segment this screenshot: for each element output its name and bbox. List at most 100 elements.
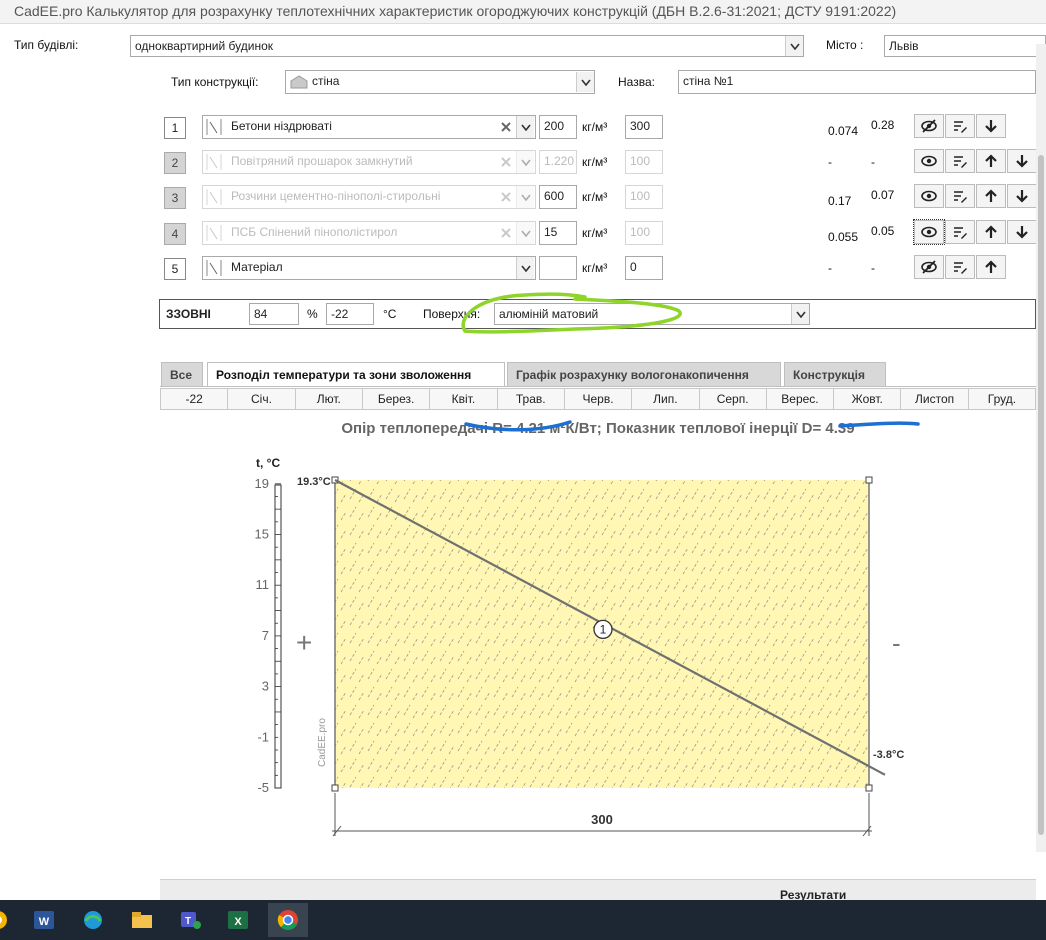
construction-type-select[interactable]: стіна (285, 70, 595, 94)
layer-value-1: 0.074 (828, 124, 859, 138)
month-6[interactable]: Черв. (565, 389, 633, 409)
month-0[interactable]: -22 (161, 389, 229, 409)
layer-thickness-input[interactable]: 15 (539, 221, 577, 245)
month-11[interactable]: Листоп (901, 389, 969, 409)
construction-type-label: Тип конструкції: (171, 75, 259, 89)
clear-icon[interactable] (499, 226, 513, 243)
month-3[interactable]: Берез. (363, 389, 431, 409)
city-select[interactable]: Львів (884, 35, 1046, 57)
layer-density-input[interactable]: 100 (625, 150, 663, 174)
teams-icon[interactable]: T (170, 903, 210, 937)
layer-density-input[interactable]: 0 (625, 256, 663, 280)
layer-density-input[interactable]: 300 (625, 115, 663, 139)
month-5[interactable]: Трав. (498, 389, 565, 409)
chevron-down-icon[interactable] (791, 304, 809, 324)
outside-temp-input[interactable]: -22 (326, 303, 374, 325)
layer-eye-button[interactable] (914, 255, 944, 279)
layer-eye-button[interactable] (914, 184, 944, 208)
layer-edit-button[interactable] (945, 255, 975, 279)
month-2[interactable]: Лют. (296, 389, 363, 409)
month-4[interactable]: Квіт. (430, 389, 498, 409)
layer-material-select[interactable]: ПСБ Спінений пінополістирол (202, 221, 536, 245)
layer-up-button[interactable] (976, 184, 1006, 208)
y-tick-label: -1 (257, 729, 269, 744)
chevron-down-icon[interactable] (516, 222, 534, 244)
month-12[interactable]: Груд. (969, 389, 1035, 409)
construction-name-input[interactable]: стіна №1 (678, 70, 1036, 94)
month-10[interactable]: Жовт. (834, 389, 902, 409)
edge-icon[interactable] (73, 903, 113, 937)
y-tick-label: 11 (256, 577, 270, 592)
layer-eye-button[interactable] (914, 149, 944, 173)
clear-icon[interactable] (499, 155, 513, 172)
layer-material-select[interactable]: Розчини цементно-пінополі-стирольні (202, 185, 536, 209)
month-1[interactable]: Січ. (228, 389, 296, 409)
eye-icon (921, 155, 937, 167)
month-7[interactable]: Лип. (632, 389, 700, 409)
layer-edit-button[interactable] (945, 149, 975, 173)
chrome-browser-icon[interactable] (268, 903, 308, 937)
file-explorer-icon[interactable] (122, 903, 162, 937)
chevron-down-icon[interactable] (576, 72, 594, 92)
layer-thickness-input[interactable] (539, 256, 577, 280)
svg-text:T: T (185, 916, 191, 927)
layer-material-select[interactable]: Повітряний прошарок замкнутий (202, 150, 536, 174)
layer-number[interactable]: 5 (164, 258, 186, 280)
layer-number[interactable]: 1 (164, 117, 186, 139)
building-type-select[interactable]: одноквартирний будинок (130, 35, 804, 57)
layer-eye-button[interactable] (913, 219, 945, 245)
tab-3[interactable]: Конструкція (784, 362, 886, 386)
layer-eye-button[interactable] (914, 114, 944, 138)
layer-thickness-value: 600 (544, 189, 565, 203)
months-bar: -22 Січ. Лют. Берез. Квіт. Трав. Черв. Лип. Серп… (160, 388, 1036, 410)
layer-density-value: 0 (630, 260, 637, 274)
humidity-input[interactable]: 84 (249, 303, 299, 325)
layer-edit-button[interactable] (945, 114, 975, 138)
material-hatch-icon (206, 118, 222, 139)
word-icon[interactable]: W (24, 903, 64, 937)
layer-thickness-input[interactable]: 1.220 (539, 150, 577, 174)
edit-icon (954, 262, 967, 274)
app-body: Тип будівлі: одноквартирний будинок Міст… (0, 24, 1046, 909)
tab-2[interactable]: Графік розрахунку вологонакопичення (507, 362, 781, 386)
chevron-down-icon[interactable] (516, 257, 534, 279)
layer-up-button[interactable] (976, 255, 1006, 279)
layer-up-button[interactable] (976, 149, 1006, 173)
chrome-icon[interactable] (0, 903, 18, 937)
layer-number[interactable]: 4 (164, 223, 186, 245)
scrollbar-thumb[interactable] (1038, 155, 1044, 835)
layer-number[interactable]: 3 (164, 187, 186, 209)
layer-thickness-input[interactable]: 600 (539, 185, 577, 209)
layer-up-button[interactable] (976, 220, 1006, 244)
layer-edit-button[interactable] (945, 220, 975, 244)
layer-density-input[interactable]: 100 (625, 185, 663, 209)
excel-icon[interactable]: X (218, 903, 258, 937)
material-hatch-icon (206, 259, 222, 280)
layer-thickness-input[interactable]: 200 (539, 115, 577, 139)
clear-icon[interactable] (499, 120, 513, 137)
chevron-down-icon[interactable] (785, 36, 803, 56)
layer-down-button[interactable] (1007, 149, 1037, 173)
month-8[interactable]: Серп. (700, 389, 767, 409)
tab-1[interactable]: Розподіл температури та зони зволоження (207, 362, 505, 387)
layer-down-button[interactable] (976, 114, 1006, 138)
month-9[interactable]: Верес. (767, 389, 835, 409)
layer-material-select[interactable]: Матеріал (202, 256, 536, 280)
layer-number[interactable]: 2 (164, 152, 186, 174)
corner-handle (865, 476, 873, 484)
layer-density-input[interactable]: 100 (625, 221, 663, 245)
layer-edit-button[interactable] (945, 184, 975, 208)
clear-icon[interactable] (499, 190, 513, 207)
chevron-down-icon[interactable] (516, 186, 534, 208)
chevron-down-icon[interactable] (516, 151, 534, 173)
outside-temp-value: -22 (331, 307, 349, 321)
layer-material-select[interactable]: Бетони ніздрюваті (202, 115, 536, 139)
layer-material-value: ПСБ Спінений пінополістирол (231, 225, 398, 239)
layer-thickness-value: 1.220 (544, 154, 575, 168)
building-type-label: Тип будівлі: (14, 38, 79, 52)
layer-down-button[interactable] (1007, 220, 1037, 244)
chevron-down-icon[interactable] (516, 116, 534, 138)
arrow-up-icon (985, 225, 997, 238)
layer-down-button[interactable] (1007, 184, 1037, 208)
tab-0[interactable]: Все (161, 362, 203, 386)
